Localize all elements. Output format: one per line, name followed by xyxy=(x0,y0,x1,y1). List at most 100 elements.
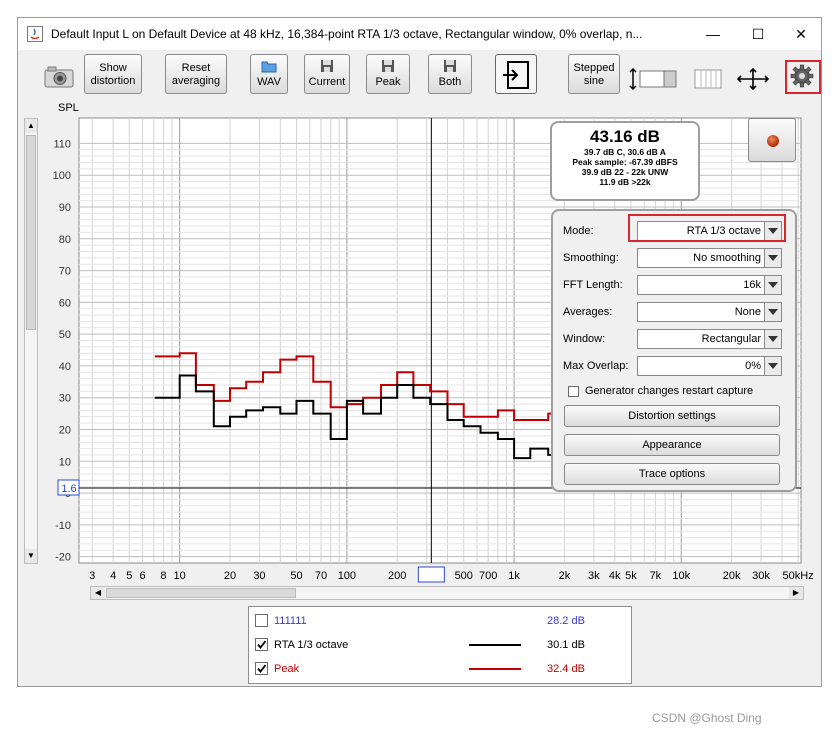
legend-row[interactable]: RTA 1/3 octave 30.1 dB xyxy=(255,635,625,655)
averages-select[interactable]: None xyxy=(637,302,782,322)
trace-options-button[interactable]: Trace options xyxy=(564,463,780,485)
legend-trace-name: 111111 xyxy=(274,615,307,627)
x-tick-label: 20k xyxy=(723,570,741,582)
chevron-down-icon[interactable] xyxy=(764,276,781,294)
x-tick-label: 50 xyxy=(290,570,302,582)
x-tick-label: 30 xyxy=(253,570,265,582)
spl-meter-panel: 43.16 dB 39.7 dB C, 30.6 dB A Peak sampl… xyxy=(550,121,700,201)
mode-label: Mode: xyxy=(563,225,594,237)
max-overlap-row: Max Overlap: 0% xyxy=(563,356,789,376)
averages-label: Averages: xyxy=(563,306,613,318)
x-tick-label: 200 xyxy=(388,570,406,582)
x-tick-label: 100 xyxy=(338,570,356,582)
max-overlap-value: 0% xyxy=(745,360,761,372)
legend-trace-value: 30.1 dB xyxy=(547,639,585,651)
y-tick-label: 110 xyxy=(53,138,71,150)
scroll-left-icon[interactable]: ◀ xyxy=(91,587,105,599)
x-tick-label: 500 xyxy=(455,570,473,582)
legend-checkbox[interactable] xyxy=(255,662,268,675)
x-tick-label: 4 xyxy=(110,570,116,582)
legend-trace-name: Peak xyxy=(274,663,300,675)
distortion-settings-button[interactable]: Distortion settings xyxy=(564,405,780,427)
smoothing-value: No smoothing xyxy=(693,252,761,264)
above-22k-level: 11.9 dB >22k xyxy=(599,177,651,187)
legend-line-swatch xyxy=(469,644,521,646)
chevron-down-icon[interactable] xyxy=(764,357,781,375)
rta-window: Default Input L on Default Device at 48 … xyxy=(17,17,822,687)
fft-length-value: 16k xyxy=(743,279,761,291)
cursor-y-label: 1.6 xyxy=(61,483,76,495)
x-tick-label: 1k xyxy=(508,570,520,582)
appearance-button[interactable]: Appearance xyxy=(564,434,780,456)
max-overlap-select[interactable]: 0% xyxy=(637,356,782,376)
check-icon xyxy=(257,640,267,649)
rta-settings-panel: Mode: RTA 1/3 octave Smoothing: No smoot… xyxy=(551,209,797,492)
fft-length-row: FFT Length: 16k xyxy=(563,275,789,295)
y-tick-label: -20 xyxy=(55,552,71,564)
max-overlap-label: Max Overlap: xyxy=(563,360,629,372)
y-tick-label: 50 xyxy=(59,329,71,341)
window-label: Window: xyxy=(563,333,606,345)
legend-checkbox[interactable] xyxy=(255,638,268,651)
generator-restart-checkbox[interactable]: Generator changes restart capture xyxy=(568,385,753,397)
legend-checkbox[interactable] xyxy=(255,614,268,627)
horizontal-scrollbar[interactable]: ◀ ▶ xyxy=(90,586,804,600)
y-tick-label: 40 xyxy=(59,361,71,373)
smoothing-row: Smoothing: No smoothing xyxy=(563,248,789,268)
gear-highlight-box xyxy=(785,60,821,94)
legend-line-swatch xyxy=(469,668,521,670)
checkbox[interactable] xyxy=(568,385,579,397)
legend-trace-value: 32.4 dB xyxy=(547,663,585,675)
x-tick-label: 30k xyxy=(752,570,770,582)
record-icon xyxy=(767,135,779,147)
chevron-down-icon[interactable] xyxy=(764,330,781,348)
cursor-x-box xyxy=(417,566,445,583)
x-tick-label: 10k xyxy=(672,570,690,582)
legend-row[interactable]: Peak 32.4 dB xyxy=(255,659,625,679)
x-tick-label: 7k xyxy=(650,570,662,582)
horizontal-scroll-thumb[interactable] xyxy=(106,588,296,598)
y-tick-label: 100 xyxy=(53,170,71,182)
y-tick-label: 60 xyxy=(59,297,71,309)
x-tick-label: 3 xyxy=(89,570,95,582)
spl-weighted-values: 39.7 dB C, 30.6 dB A xyxy=(584,147,666,157)
window-row: Window: Rectangular xyxy=(563,329,789,349)
window-select[interactable]: Rectangular xyxy=(637,329,782,349)
peak-sample: Peak sample: -67.39 dBFS xyxy=(572,157,678,167)
legend-row[interactable]: 111111 28.2 dB xyxy=(255,611,625,631)
check-icon xyxy=(257,664,267,673)
smoothing-select[interactable]: No smoothing xyxy=(637,248,782,268)
y-tick-label: 90 xyxy=(59,202,71,214)
x-tick-label: 50kHz xyxy=(783,570,814,582)
x-tick-label: 5k xyxy=(625,570,637,582)
y-tick-label: 10 xyxy=(59,456,71,468)
mode-highlight-box xyxy=(628,214,786,242)
generator-restart-label: Generator changes restart capture xyxy=(585,385,754,397)
x-tick-label: 8 xyxy=(160,570,166,582)
scroll-right-icon[interactable]: ▶ xyxy=(789,587,803,599)
x-tick-label: 700 xyxy=(479,570,497,582)
chevron-down-icon[interactable] xyxy=(764,249,781,267)
y-tick-label: -10 xyxy=(55,520,71,532)
x-tick-label: 4k xyxy=(609,570,621,582)
legend-trace-value: 28.2 dB xyxy=(547,615,585,627)
smoothing-label: Smoothing: xyxy=(563,252,619,264)
legend-trace-name: RTA 1/3 octave xyxy=(274,639,349,651)
unweighted-level: 39.9 dB 22 - 22k UNW xyxy=(581,167,669,177)
y-tick-label: 70 xyxy=(59,266,71,278)
x-tick-label: 5 xyxy=(126,570,132,582)
averages-row: Averages: None xyxy=(563,302,789,322)
averages-value: None xyxy=(734,306,761,318)
x-tick-label: 3k xyxy=(588,570,600,582)
trace-legend: 111111 28.2 dB RTA 1/3 octave 30.1 dB Pe… xyxy=(248,606,632,684)
x-tick-label: 6 xyxy=(140,570,146,582)
chevron-down-icon[interactable] xyxy=(764,303,781,321)
x-tick-label: 10 xyxy=(174,570,186,582)
x-tick-label: 20 xyxy=(224,570,236,582)
x-tick-label: 2k xyxy=(559,570,571,582)
fft-length-select[interactable]: 16k xyxy=(637,275,782,295)
y-tick-label: 20 xyxy=(59,425,71,437)
record-button[interactable] xyxy=(748,118,796,162)
spl-value: 43.16 dB xyxy=(590,127,660,146)
fft-length-label: FFT Length: xyxy=(563,279,623,291)
